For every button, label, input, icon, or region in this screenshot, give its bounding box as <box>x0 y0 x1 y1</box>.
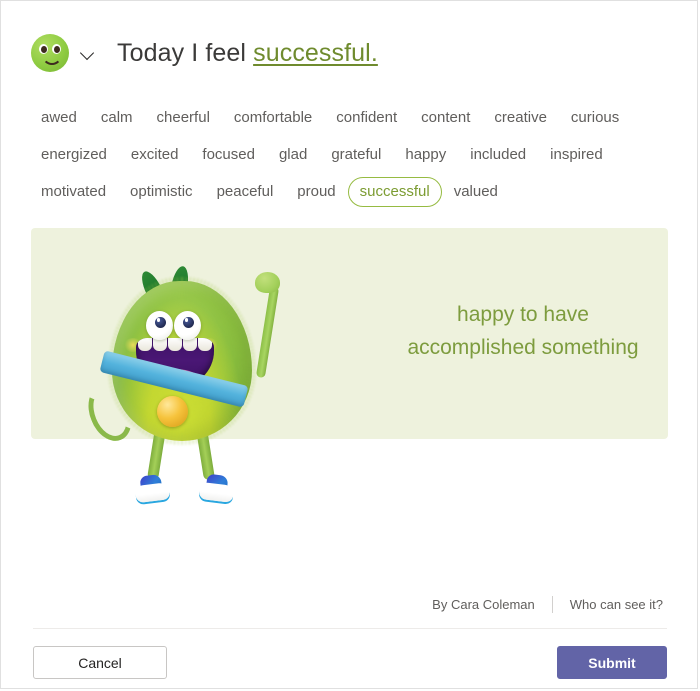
mood-chip-motivated[interactable]: motivated <box>29 177 118 207</box>
mood-chip-valued[interactable]: valued <box>442 177 510 207</box>
mood-chip-grateful[interactable]: grateful <box>319 140 393 170</box>
monster-pupil-right <box>183 317 194 328</box>
monster-shoe-right <box>198 473 238 503</box>
mood-chip-content[interactable]: content <box>409 103 482 133</box>
monster-shoe-left <box>134 473 173 504</box>
mood-chip-successful[interactable]: successful <box>347 176 442 207</box>
monster-arm-limb <box>255 285 280 379</box>
tooth <box>138 338 152 351</box>
mood-chip-calm[interactable]: calm <box>89 103 145 133</box>
mood-chip-focused[interactable]: focused <box>190 140 267 170</box>
mood-chip-included[interactable]: included <box>458 140 538 170</box>
submit-button[interactable]: Submit <box>557 646 667 679</box>
monster-eye-right <box>174 311 201 340</box>
shoe-sole-left <box>134 482 171 504</box>
mood-chip-optimistic[interactable]: optimistic <box>118 177 205 207</box>
mood-chip-cheerful[interactable]: cheerful <box>145 103 222 133</box>
mood-chip-curious[interactable]: curious <box>559 103 631 133</box>
author-label: By Cara Coleman <box>432 597 535 612</box>
monster-teeth <box>138 338 212 351</box>
mood-chip-peaceful[interactable]: peaceful <box>205 177 286 207</box>
mood-word-list: awed calm cheerful comfortable confident… <box>29 99 674 210</box>
mood-dialog: Today I feel successful. awed calm cheer… <box>0 0 698 689</box>
mood-emoji-icon[interactable] <box>31 34 69 72</box>
shoe-sole-right <box>198 481 235 503</box>
tooth <box>198 338 212 351</box>
mood-chip-proud[interactable]: proud <box>285 177 347 207</box>
action-bar-divider <box>33 628 667 629</box>
mood-chip-comfortable[interactable]: comfortable <box>222 103 324 133</box>
monster-hand <box>255 272 280 293</box>
monster-pupil-left <box>155 317 166 328</box>
mood-chip-awed[interactable]: awed <box>29 103 89 133</box>
mood-chip-glad[interactable]: glad <box>267 140 319 170</box>
emoji-smile <box>42 54 62 65</box>
mood-chip-confident[interactable]: confident <box>324 103 409 133</box>
mood-row-1: awed calm cheerful comfortable confident… <box>29 99 674 136</box>
mood-row-2: energized excited focused glad grateful … <box>29 136 674 173</box>
caption-line-1: happy to have <box>457 303 589 326</box>
emoji-eye-left <box>39 44 48 54</box>
tooth <box>168 338 182 351</box>
action-bar: Cancel Submit <box>33 646 667 679</box>
tooth <box>183 338 197 351</box>
mood-row-3: motivated optimistic peaceful proud succ… <box>29 173 674 210</box>
mood-chip-excited[interactable]: excited <box>119 140 191 170</box>
chevron-down-icon[interactable] <box>81 46 95 60</box>
caption-line-2: accomplished something <box>407 336 639 359</box>
title-selected-mood[interactable]: successful. <box>253 39 378 67</box>
mood-chip-inspired[interactable]: inspired <box>538 140 615 170</box>
monster-illustration <box>80 256 311 511</box>
mood-chip-energized[interactable]: energized <box>29 140 119 170</box>
emoji-eye-right <box>52 44 61 54</box>
monster-eye-left <box>146 311 173 340</box>
footer-meta: By Cara Coleman Who can see it? <box>432 596 663 613</box>
page-title: Today I feel successful. <box>117 39 378 68</box>
mood-chip-happy[interactable]: happy <box>393 140 458 170</box>
meta-divider <box>551 596 553 613</box>
who-can-see-it-link[interactable]: Who can see it? <box>570 597 663 612</box>
panel-caption: happy to have accomplished something <box>383 298 663 364</box>
title-prefix: Today I feel <box>117 38 254 67</box>
cancel-button[interactable]: Cancel <box>33 646 167 679</box>
mood-chip-creative[interactable]: creative <box>482 103 559 133</box>
monster-medal <box>157 396 188 427</box>
dialog-header: Today I feel successful. <box>31 27 378 79</box>
